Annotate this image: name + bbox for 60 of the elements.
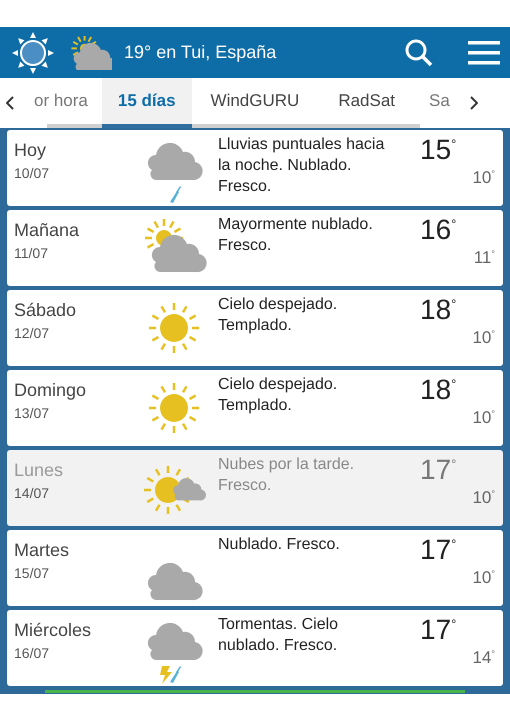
low-temperature: 10$^{°}$ xyxy=(472,168,495,188)
forecast-card[interactable]: Domingo 13/07 Cielo despejado. Templado. 18$^{°}$ 10$^{°}$ xyxy=(7,370,503,446)
low-temperature: 14$^{°}$ xyxy=(472,648,495,668)
sun-cloud-icon xyxy=(145,219,207,272)
high-temperature: 17$^{°}$ xyxy=(420,614,456,646)
forecast-summary: Tormentas. Cielo nublado. Fresco. xyxy=(218,615,340,656)
high-temperature: 16$^{°}$ xyxy=(420,214,456,246)
day-date: 15/07 xyxy=(14,565,50,581)
forecast-summary: Cielo despejado. Templado. xyxy=(218,375,338,416)
day-name: Lunes xyxy=(14,460,64,481)
forecast-summary: Nubes por la tarde. Fresco. xyxy=(218,455,356,496)
sun-icon xyxy=(149,303,199,353)
forecast-card[interactable]: Hoy 10/07 Lluvias puntuales hacia la noche. Nublado. Fresco. 15$^{°}$ 10$^{°}$ xyxy=(7,130,503,206)
search-icon[interactable] xyxy=(404,38,434,68)
tab[interactable]: Sa xyxy=(415,78,464,128)
day-date: 10/07 xyxy=(14,165,50,181)
day-date: 14/07 xyxy=(14,485,50,501)
tab[interactable]: WindGURU xyxy=(192,78,318,128)
forecast-card[interactable]: Miércoles 16/07 Tormentas. Cielo nublado. Fresco. 17$^{°}$ 14$^{°}$ xyxy=(7,610,503,686)
forecast-card[interactable]: Mañana 11/07 Mayormente nublado. Fresco. 16$^{°}$ 11$^{°}$ xyxy=(7,210,503,286)
forecast-summary: Mayormente nublado. Fresco. xyxy=(218,215,374,256)
day-name: Domingo xyxy=(14,380,88,401)
rain-cloud-icon xyxy=(148,142,203,203)
tab[interactable]: 15 días xyxy=(102,78,192,128)
day-name: Martes xyxy=(14,540,70,561)
low-temperature: 10$^{°}$ xyxy=(472,328,495,348)
day-name: Miércoles xyxy=(14,620,92,641)
day-date: 16/07 xyxy=(14,645,50,661)
header-title: 19° en Tui, España xyxy=(124,42,278,63)
forecast-card[interactable]: Sábado 12/07 Cielo despejado. Templado. 18$^{°}$ 10$^{°}$ xyxy=(7,290,503,366)
high-temperature: 18$^{°}$ xyxy=(420,294,456,326)
forecast-summary: Lluvias puntuales hacia la noche. Nublado. Fresco. xyxy=(218,135,386,197)
tab[interactable]: or hora xyxy=(20,78,102,128)
forecast-card[interactable]: Lunes 14/07 Nubes por la tarde. Fresco. 17$^{°}$ 10$^{°}$ xyxy=(7,450,503,526)
high-temperature: 18$^{°}$ xyxy=(420,374,456,406)
high-temperature: 17$^{°}$ xyxy=(420,454,456,486)
day-date: 11/07 xyxy=(14,245,49,261)
low-temperature: 10$^{°}$ xyxy=(472,568,495,588)
chevron-left-icon[interactable] xyxy=(6,96,14,110)
forecast-card[interactable]: Martes 15/07 Nublado. Fresco. 17$^{°}$ 10$^{°}$ xyxy=(7,530,503,606)
high-temperature: 15$^{°}$ xyxy=(420,134,456,166)
high-temperature: 17$^{°}$ xyxy=(420,534,456,566)
day-date: 12/07 xyxy=(14,325,50,341)
forecast-summary: Nublado. Fresco. xyxy=(218,535,341,555)
low-temperature: 11$^{°}$ xyxy=(474,248,495,268)
chevron-right-icon[interactable] xyxy=(470,96,478,110)
menu-icon[interactable] xyxy=(468,40,500,66)
day-date: 13/07 xyxy=(14,405,50,421)
forecast-summary: Cielo despejado. Templado. xyxy=(218,295,338,336)
sun-icon xyxy=(149,383,199,433)
sun-icon xyxy=(10,30,56,76)
cloud-icon xyxy=(148,562,203,600)
storm-cloud-icon xyxy=(148,622,203,684)
day-name: Sábado xyxy=(14,300,78,321)
low-temperature: 10$^{°}$ xyxy=(472,408,495,428)
day-name: Hoy xyxy=(14,140,48,161)
day-name: Mañana xyxy=(14,220,80,241)
low-temperature: 10$^{°}$ xyxy=(472,488,495,508)
tab[interactable]: RadSat xyxy=(318,78,416,128)
sun-cloud-icon xyxy=(144,466,206,514)
